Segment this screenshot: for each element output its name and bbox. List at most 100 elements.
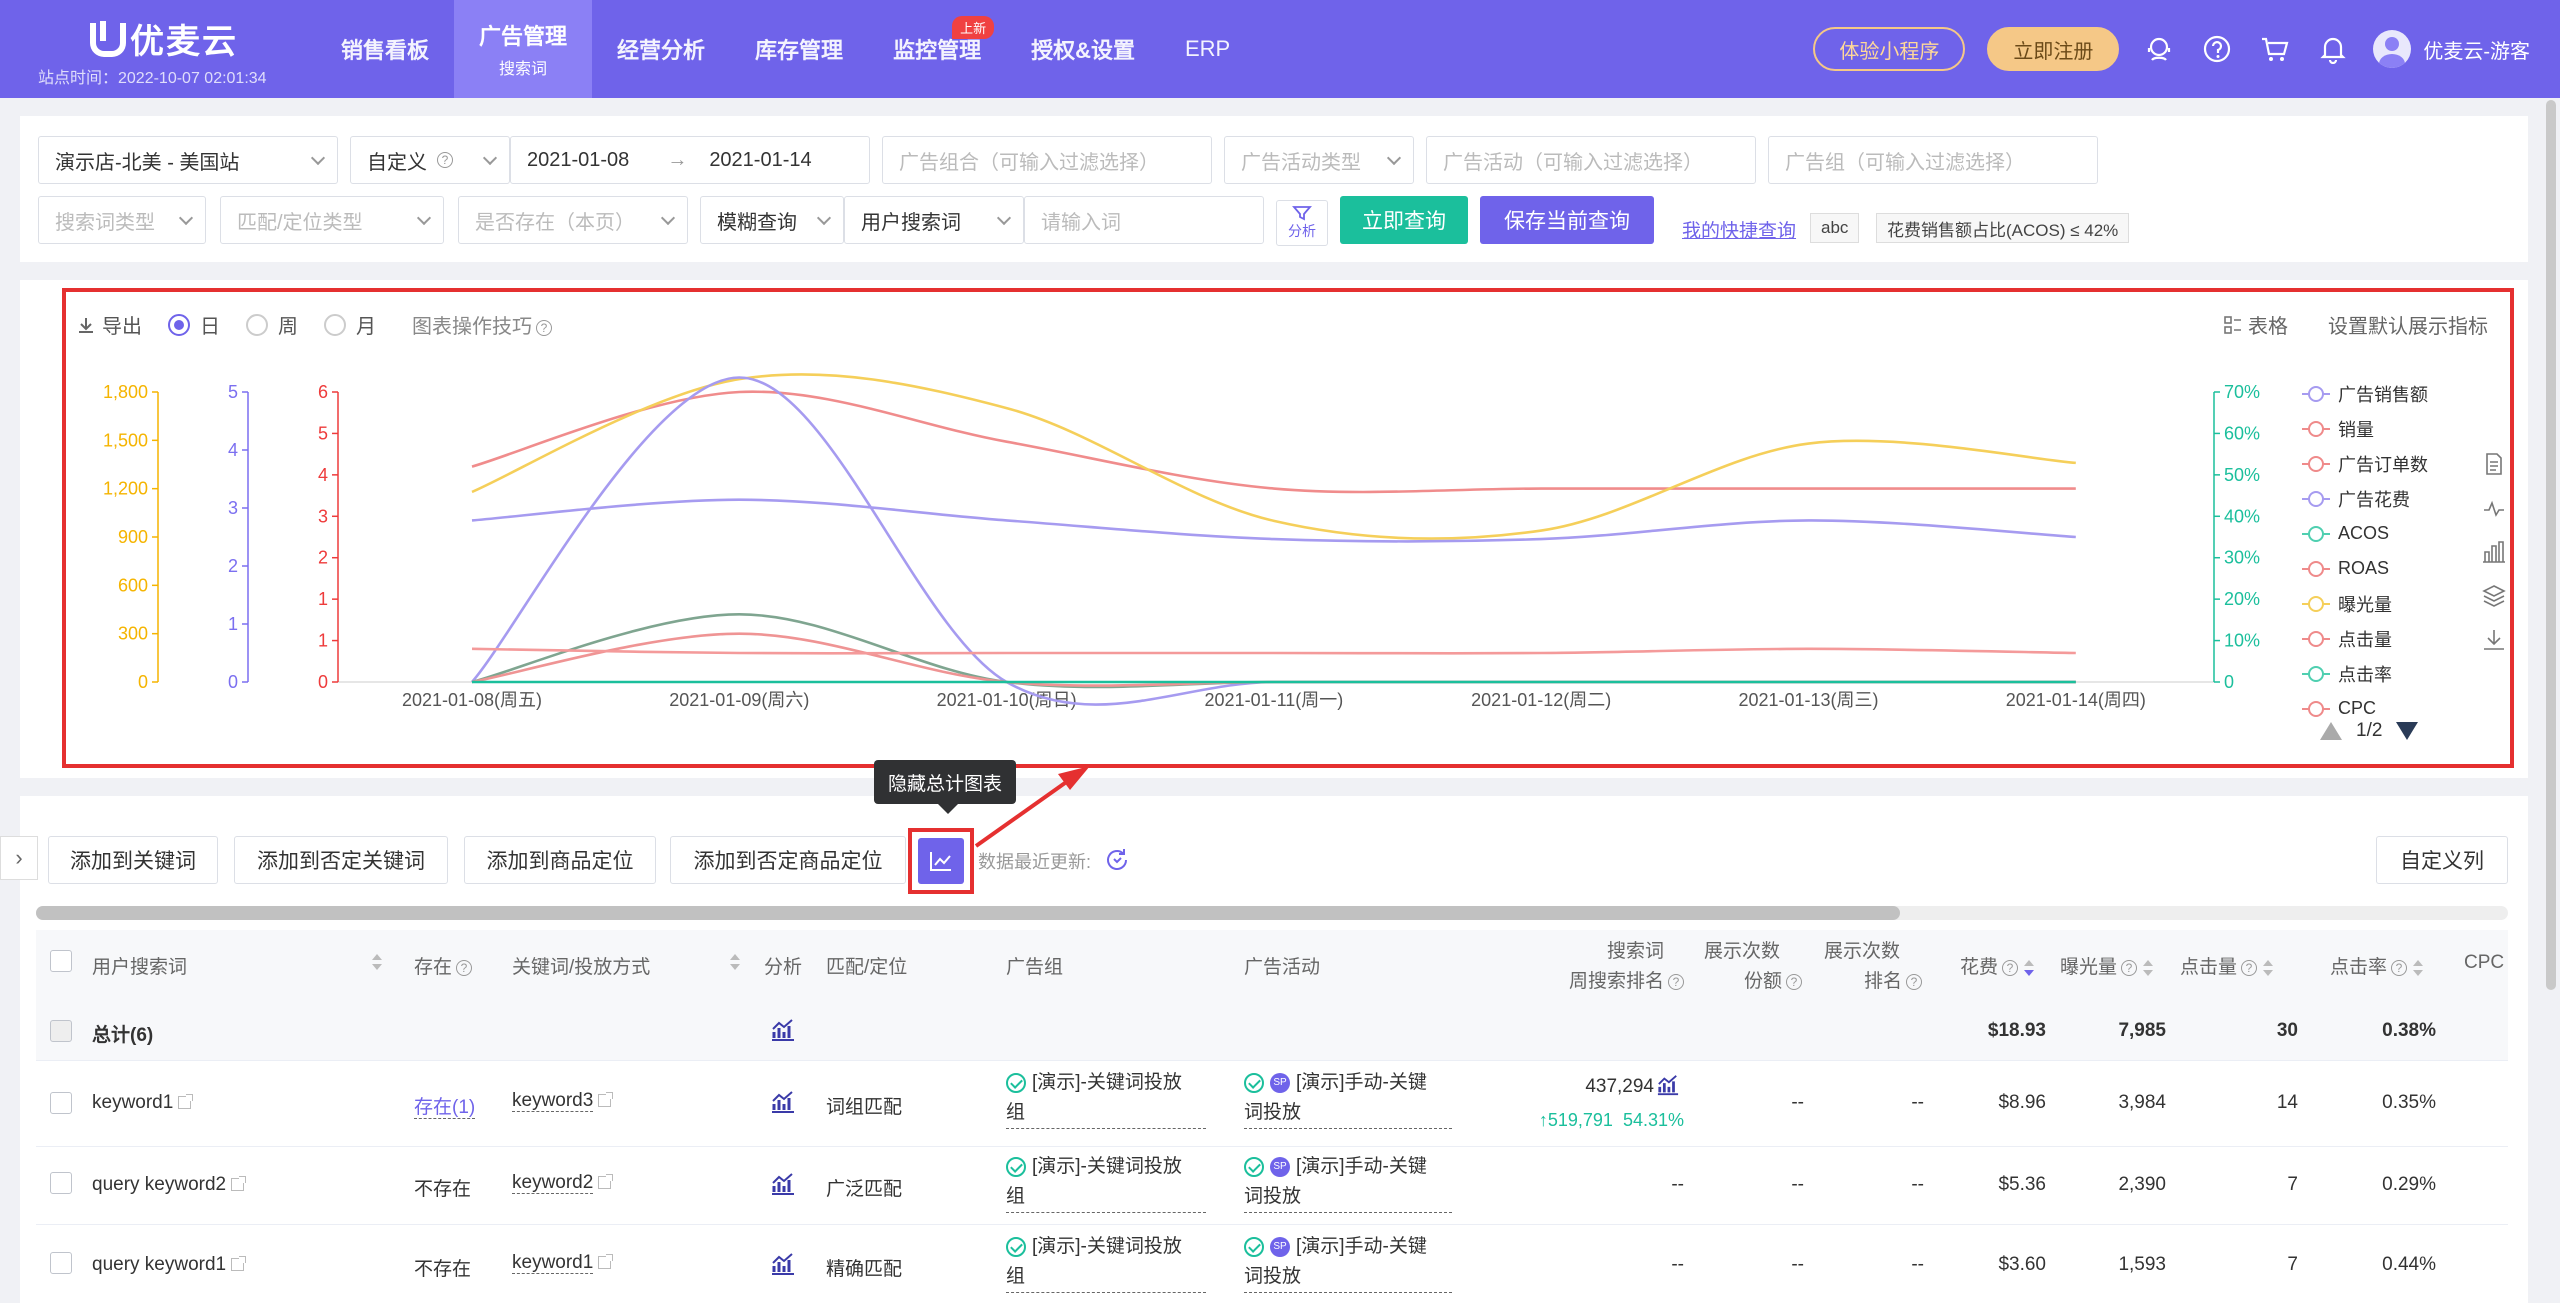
row-checkbox[interactable] <box>50 1252 72 1274</box>
legend-item[interactable]: 销量 <box>2302 411 2472 446</box>
query-button[interactable]: 立即查询 <box>1340 196 1468 244</box>
ad-group-input[interactable]: 广告组（可输入过滤选择） <box>1768 136 2098 184</box>
download-icon[interactable] <box>2482 628 2506 652</box>
legend-label: 销量 <box>2338 419 2374 440</box>
keyword-cell[interactable]: keyword1 <box>512 1252 614 1274</box>
custom-columns-button[interactable]: 自定义列 <box>2376 836 2508 884</box>
toggle-chart-button[interactable] <box>918 838 964 884</box>
legend-item[interactable]: 广告订单数 <box>2302 446 2472 481</box>
page-up-icon[interactable] <box>2320 722 2342 740</box>
line-chart-icon[interactable] <box>2482 496 2506 520</box>
quick-query-link[interactable]: 我的快捷查询 <box>1682 216 1796 243</box>
col-impr-share[interactable]: 份额? <box>1700 966 1802 993</box>
col-exists[interactable]: 存在? <box>414 952 473 979</box>
mini-program-button[interactable]: 体验小程序 <box>1813 27 1966 71</box>
col-impressions[interactable]: 曝光量? <box>2060 952 2154 979</box>
search-term-cell[interactable]: keyword1 <box>92 1092 194 1114</box>
legend-item[interactable]: 曝光量 <box>2302 586 2472 621</box>
save-query-button[interactable]: 保存当前查询 <box>1480 196 1654 244</box>
match-type-select[interactable]: 匹配/定位类型 <box>220 196 444 244</box>
col-sfr[interactable]: 周搜索排名? <box>1550 966 1684 993</box>
exists-select[interactable]: 是否存在（本页） <box>458 196 688 244</box>
bell-icon[interactable] <box>2315 31 2351 67</box>
customer-service-icon[interactable] <box>2141 31 2177 67</box>
campaign-type-select[interactable]: 广告活动类型 <box>1224 136 1414 184</box>
help-icon[interactable] <box>2199 31 2235 67</box>
exists-link[interactable]: 存在(1) <box>414 1092 476 1119</box>
add-to-keyword-button[interactable]: 添加到关键词 <box>48 836 218 884</box>
search-term-cell[interactable]: query keyword1 <box>92 1254 247 1276</box>
nav-item-sales-board[interactable]: 销售看板 <box>316 0 454 98</box>
date-range-picker[interactable]: 2021-01-08 → 2021-01-14 <box>510 136 870 184</box>
row-checkbox[interactable] <box>50 1020 72 1042</box>
spend-cell: $8.96 <box>1998 1092 2046 1113</box>
scrollbar-thumb[interactable] <box>36 906 1900 920</box>
expand-sidebar-button[interactable]: › <box>0 836 38 880</box>
stack-icon[interactable] <box>2482 584 2506 608</box>
col-label: 曝光量 <box>2060 957 2118 978</box>
nav-item-monitoring[interactable]: 监控管理 上新 <box>868 0 1006 98</box>
legend-item[interactable]: ROAS <box>2302 551 2472 586</box>
keyword-cell[interactable]: keyword3 <box>512 1090 614 1112</box>
nav-item-business-analysis[interactable]: 经营分析 <box>592 0 730 98</box>
campaign-cell[interactable]: SP [演示]手动-关键 词投放 <box>1244 1232 1464 1293</box>
legend-item[interactable]: ACOS <box>2302 516 2472 551</box>
col-spend[interactable]: 花费? <box>1960 952 2035 979</box>
page-down-icon[interactable] <box>2396 722 2419 740</box>
nav-item-auth-settings[interactable]: 授权&设置 <box>1006 0 1160 98</box>
user-menu[interactable]: 优麦云-游客 <box>2373 30 2530 68</box>
nav-item-inventory[interactable]: 库存管理 <box>730 0 868 98</box>
sort-icon[interactable] <box>372 954 382 970</box>
row-checkbox[interactable] <box>50 1172 72 1194</box>
keyword-input[interactable]: 请输入词 <box>1024 196 1264 244</box>
fuzzy-query-select[interactable]: 模糊查询 <box>700 196 844 244</box>
nav-item-ad-management[interactable]: 广告管理 搜索词 <box>454 0 593 98</box>
ad-group-cell[interactable]: [演示]-关键词投放组 <box>1006 1232 1214 1293</box>
campaign-cell[interactable]: SP [演示]手动-关键 词投放 <box>1244 1068 1464 1129</box>
horizontal-scrollbar[interactable] <box>36 906 2508 920</box>
trend-chart-icon[interactable] <box>770 1018 796 1042</box>
trend-chart-icon[interactable] <box>770 1172 796 1196</box>
bar-chart-icon[interactable] <box>2482 540 2506 564</box>
quick-query-tag[interactable]: 花费销售额占比(ACOS) ≤ 42% <box>1876 213 2130 243</box>
campaign-cell[interactable]: SP [演示]手动-关键 词投放 <box>1244 1152 1464 1213</box>
col-impr-rank[interactable]: 排名? <box>1820 966 1922 993</box>
search-field-select[interactable]: 用户搜索词 <box>844 196 1024 244</box>
cart-icon[interactable] <box>2257 31 2293 67</box>
register-button[interactable]: 立即注册 <box>1987 27 2120 71</box>
nav-item-erp[interactable]: ERP <box>1160 0 1255 98</box>
ad-group-cell[interactable]: [演示]-关键词投放组 <box>1006 1068 1214 1129</box>
ad-portfolio-input[interactable]: 广告组合（可输入过滤选择） <box>882 136 1212 184</box>
keyword-cell[interactable]: keyword2 <box>512 1172 614 1194</box>
ad-group-cell[interactable]: [演示]-关键词投放组 <box>1006 1152 1214 1213</box>
search-term-cell[interactable]: query keyword2 <box>92 1174 247 1196</box>
trend-chart-icon[interactable] <box>770 1252 796 1276</box>
legend-item[interactable]: 点击量 <box>2302 621 2472 656</box>
add-to-negative-target-button[interactable]: 添加到否定商品定位 <box>670 836 906 884</box>
col-search-term[interactable]: 用户搜索词 <box>92 952 187 979</box>
logo-text: 优麦云 <box>130 23 238 61</box>
search-term-type-select[interactable]: 搜索词类型 <box>38 196 206 244</box>
select-all-checkbox[interactable] <box>50 950 72 972</box>
add-to-negative-keyword-button[interactable]: 添加到否定关键词 <box>234 836 448 884</box>
add-to-product-target-button[interactable]: 添加到商品定位 <box>464 836 656 884</box>
legend-item[interactable]: 广告销售额 <box>2302 376 2472 411</box>
campaign-input[interactable]: 广告活动（可输入过滤选择） <box>1426 136 1756 184</box>
trend-chart-icon[interactable] <box>770 1090 796 1114</box>
col-keyword[interactable]: 关键词/投放方式 <box>512 952 650 979</box>
col-clicks[interactable]: 点击量? <box>2180 952 2274 979</box>
analyze-filter-button[interactable]: 分析 <box>1276 200 1328 246</box>
col-ctr[interactable]: 点击率? <box>2330 952 2424 979</box>
quick-query-tag[interactable]: abc <box>1810 213 1860 243</box>
legend-item[interactable]: 广告花费 <box>2302 481 2472 516</box>
page-scrollbar[interactable] <box>2546 100 2556 990</box>
refresh-icon[interactable] <box>1104 847 1130 873</box>
store-select[interactable]: 演示店-北美 - 美国站 <box>38 136 338 184</box>
brand-logo[interactable]: 优麦云 <box>88 14 238 63</box>
date-mode-select[interactable]: 自定义? <box>350 136 510 184</box>
legend-item[interactable]: 点击率 <box>2302 656 2472 691</box>
row-checkbox[interactable] <box>50 1092 72 1114</box>
document-icon[interactable] <box>2482 452 2506 476</box>
sort-icon[interactable] <box>730 954 740 970</box>
trend-chart-icon[interactable] <box>1656 1074 1680 1096</box>
